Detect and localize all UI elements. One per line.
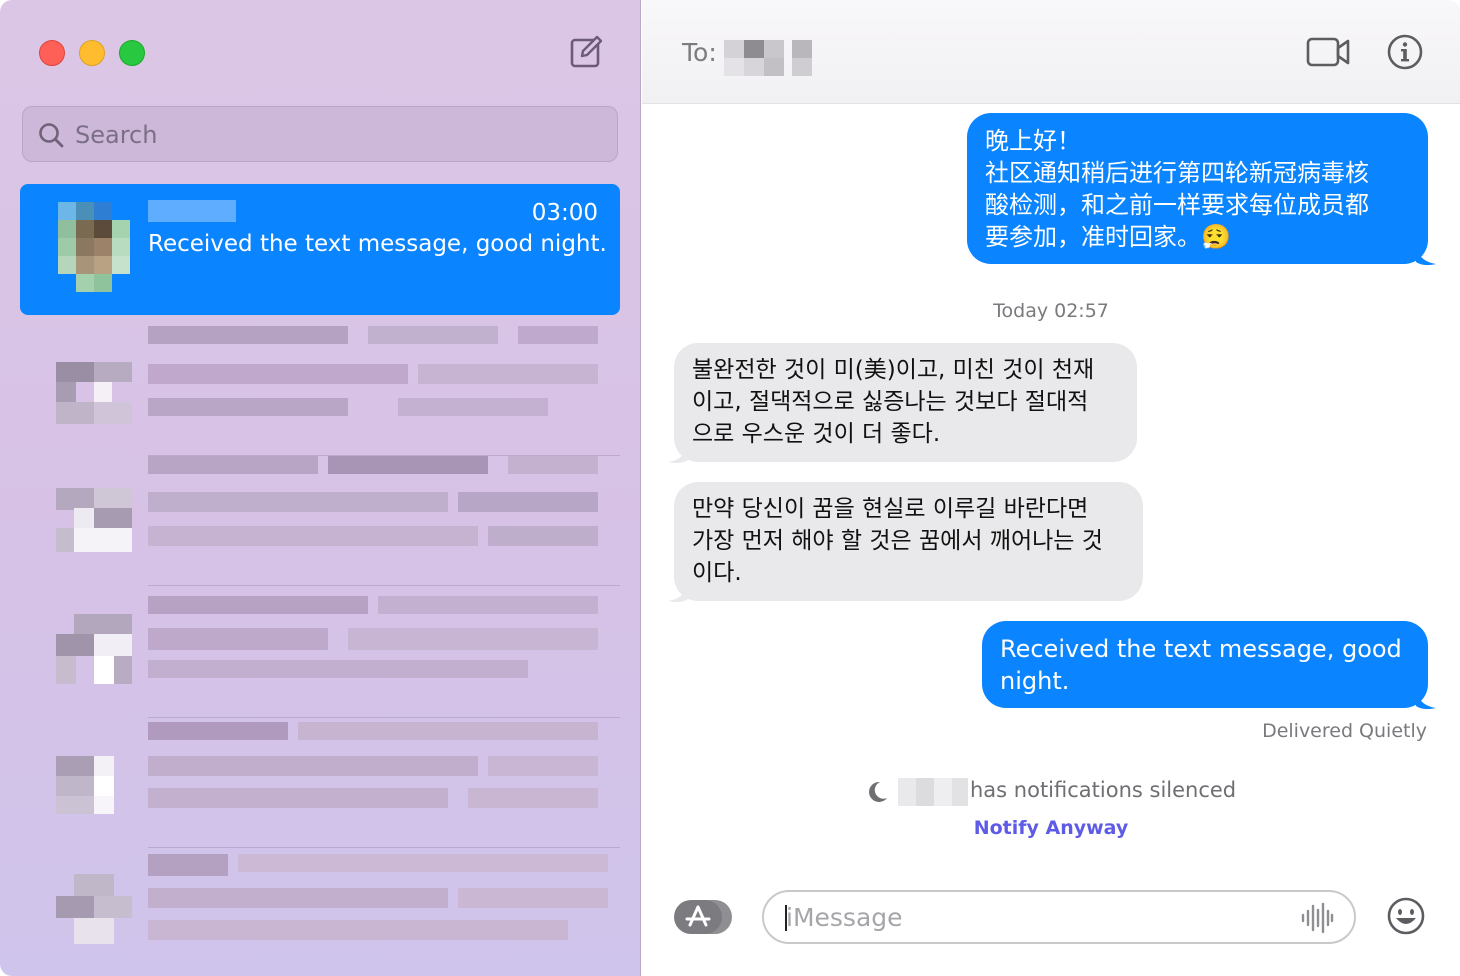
message-line: 만약 당신이 꿈을 현실로 이루길 바란다면: [692, 496, 1089, 522]
bubble-tail: [1416, 690, 1436, 710]
bubble-tail: [668, 583, 688, 603]
conversation-item[interactable]: [20, 326, 620, 456]
message-line: 晚上好！: [985, 127, 1081, 155]
message-field[interactable]: [762, 890, 1356, 944]
row-separator: [148, 585, 620, 586]
message-line: 가장 먼저 해야 할 것은 꿈에서 깨어나는 것: [692, 528, 1103, 554]
search-input[interactable]: [75, 107, 595, 163]
contact-name-redacted: [148, 200, 236, 222]
bubble-tail: [1416, 246, 1436, 266]
message-line: night.: [1000, 667, 1070, 695]
silenced-notice-text: has notifications silenced: [970, 778, 1237, 802]
message-input[interactable]: [786, 892, 1286, 942]
conversation-item[interactable]: [20, 588, 620, 718]
recipient-redacted[interactable]: [724, 40, 812, 76]
compose-button[interactable]: [566, 32, 606, 72]
message-bubble-outgoing[interactable]: 晚上好！ 社区通知稍后进行第四轮新冠病毒核 酸检测，和之前一样要求每位成员都 要…: [967, 113, 1428, 264]
redacted-conversation-text: [148, 854, 608, 940]
delivery-status: Delivered Quietly: [1262, 720, 1427, 742]
message-line: 酸检测，和之前一样要求每位成员都: [985, 191, 1369, 219]
info-icon: [1387, 34, 1423, 70]
message-line: Received the text message, good: [1000, 635, 1402, 663]
message-line: 要参加，准时回家。😮‍💨: [985, 223, 1231, 251]
focus-status-notice: has notifications silenced: [864, 776, 1284, 808]
conversation-preview: Received the text message, good night.: [148, 231, 607, 257]
conversation-pane: To: 晚上好！ 社区通知稍后进行第四轮新冠病毒核 酸检测，和之前一样要求每位成…: [642, 0, 1460, 976]
zoom-window-button[interactable]: [119, 40, 145, 66]
conversation-item[interactable]: [20, 718, 620, 848]
avatar: [56, 756, 114, 814]
message-bubble-incoming[interactable]: 불완전한 것이 미(美)이고, 미친 것이 천재 이고, 절댁적으로 싫증나는 …: [674, 343, 1137, 462]
search-field[interactable]: [22, 106, 618, 163]
avatar: [58, 202, 130, 292]
timestamp: Today 02:57: [993, 300, 1109, 322]
close-window-button[interactable]: [39, 40, 65, 66]
contact-name-redacted: [898, 778, 968, 806]
avatar: [56, 874, 132, 944]
avatar: [56, 614, 132, 684]
moon-icon: [869, 781, 887, 802]
redacted-conversation-text: [148, 456, 598, 546]
message-line: 불완전한 것이 미(美)이고, 미친 것이 천재: [692, 357, 1095, 383]
sidebar: 03:00 Received the text message, good ni…: [0, 0, 641, 976]
chat-header: To:: [642, 0, 1460, 104]
message-line: 社区通知稍后进行第四轮新冠病毒核: [985, 159, 1369, 187]
avatar: [56, 488, 132, 552]
message-line: 으로 우스운 것이 더 좋다.: [692, 421, 941, 447]
notify-anyway-link[interactable]: Notify Anyway: [642, 817, 1460, 839]
avatar: [56, 362, 132, 424]
conversation-item-selected[interactable]: 03:00 Received the text message, good ni…: [20, 184, 620, 315]
to-label: To:: [682, 38, 717, 67]
conversation-time: 03:00: [531, 200, 598, 226]
message-bubble-incoming[interactable]: 만약 당신이 꿈을 현실로 이루길 바란다면 가장 먼저 해야 할 것은 꿈에서…: [674, 482, 1143, 601]
apps-button[interactable]: [674, 898, 732, 936]
search-icon: [39, 123, 64, 148]
conversation-item[interactable]: [20, 850, 620, 970]
audio-waveform-icon[interactable]: [1300, 902, 1334, 934]
message-line: 이다.: [692, 560, 742, 586]
facetime-video-button[interactable]: [1306, 34, 1350, 70]
redacted-conversation-text: [148, 722, 598, 808]
row-separator: [148, 847, 620, 848]
compose-icon: [570, 35, 603, 68]
video-camera-icon: [1306, 37, 1350, 67]
redacted-conversation-text: [148, 326, 598, 416]
minimize-window-button[interactable]: [79, 40, 105, 66]
conversation-item[interactable]: [20, 456, 620, 586]
app-store-icon: [674, 900, 732, 934]
messages-window: 03:00 Received the text message, good ni…: [0, 0, 1460, 976]
emoji-button[interactable]: [1386, 896, 1426, 936]
emoji-icon: [1387, 897, 1425, 935]
redacted-conversation-text: [148, 596, 598, 678]
message-line: 이고, 절댁적으로 싫증나는 것보다 절대적: [692, 389, 1089, 415]
message-bubble-outgoing[interactable]: Received the text message, good night.: [982, 621, 1428, 708]
info-button[interactable]: [1386, 33, 1424, 71]
bubble-tail: [668, 444, 688, 464]
